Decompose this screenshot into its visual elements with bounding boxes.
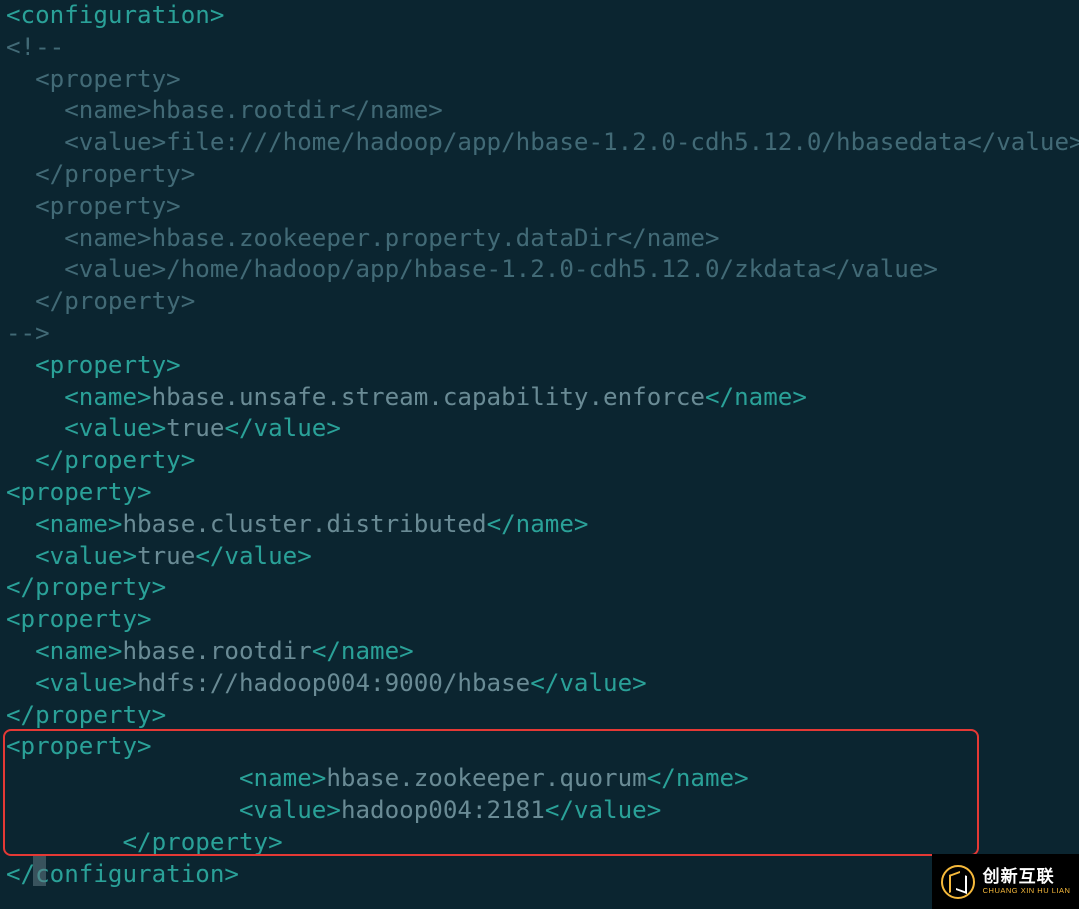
watermark-badge: 创新互联 CHUANG XIN HU LIAN: [932, 854, 1079, 909]
watermark-text-en: CHUANG XIN HU LIAN: [983, 887, 1071, 895]
xml-config-editor[interactable]: <configuration> <!-- <property> <name>hb…: [0, 0, 1079, 890]
watermark-logo-icon: [941, 865, 975, 899]
watermark-text-cn: 创新互联: [983, 868, 1071, 885]
